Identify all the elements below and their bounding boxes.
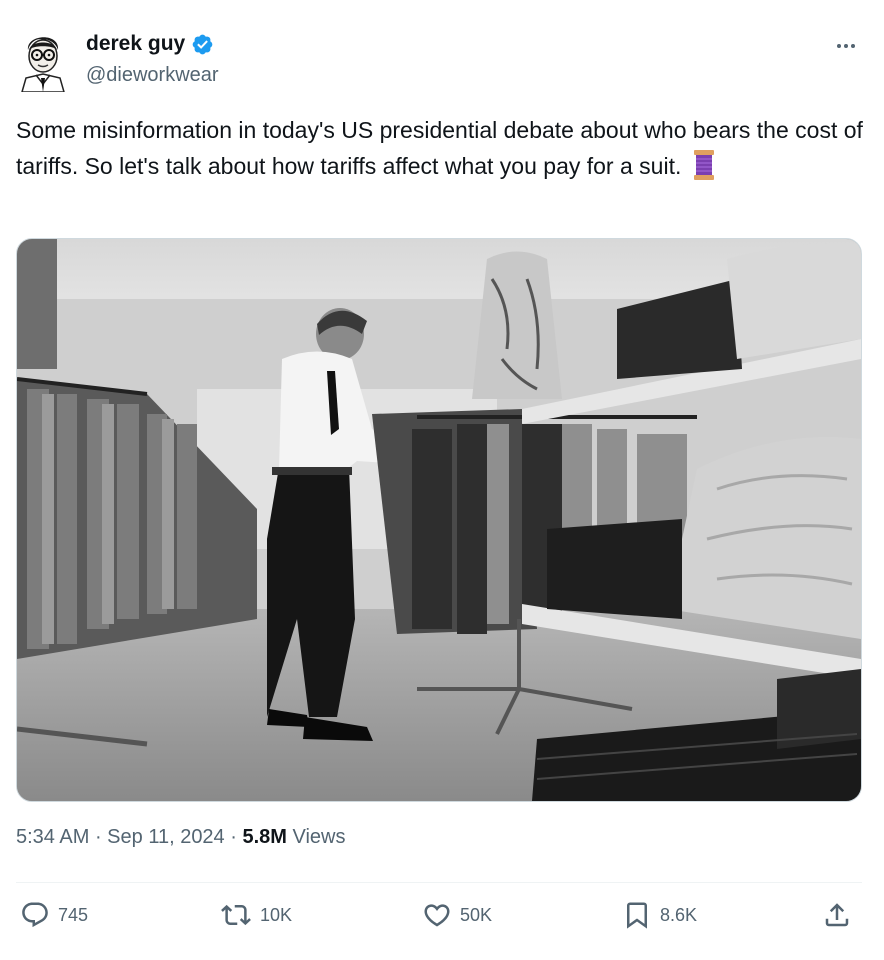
more-horizontal-icon[interactable]: [834, 34, 858, 64]
author-handle[interactable]: @dieworkwear: [86, 64, 219, 87]
heart-icon: [424, 904, 450, 927]
bookmark-count: 8.6K: [660, 904, 698, 925]
views-count: 5.8M: [242, 826, 287, 848]
tweet-text: Some misinformation in today's US presid…: [16, 112, 868, 190]
store-photo-illustration: [17, 239, 861, 801]
tweet-body: Some misinformation in today's US presid…: [16, 117, 863, 179]
author-name[interactable]: derek guy: [86, 32, 185, 56]
bookmark-button[interactable]: 8.6K: [622, 900, 697, 930]
tweet-photo[interactable]: [16, 238, 862, 802]
repost-count: 10K: [260, 904, 293, 925]
meta-separator: ·: [230, 826, 243, 848]
tweet-date[interactable]: Sep 11, 2024: [107, 826, 225, 848]
author-name-row: derek guy: [86, 32, 214, 56]
share-button[interactable]: [822, 900, 852, 930]
avatar[interactable]: [16, 28, 70, 93]
reply-icon: [22, 902, 48, 928]
spool-of-thread-icon: [692, 150, 716, 190]
action-bar: 745 10K 50K 8.6K: [16, 896, 862, 940]
tweet-header: derek guy @dieworkwear: [16, 28, 868, 93]
reply-button[interactable]: 745: [20, 900, 88, 930]
views-label: Views: [292, 826, 346, 848]
meta-separator: ·: [94, 826, 108, 848]
avatar-illustration: [16, 28, 70, 93]
tweet-time[interactable]: 5:34 AM: [16, 826, 89, 848]
like-button[interactable]: 50K: [422, 900, 492, 930]
repost-button[interactable]: 10K: [220, 900, 292, 930]
divider: [16, 882, 862, 883]
bookmark-icon: [627, 902, 647, 929]
reply-count: 745: [58, 904, 89, 925]
tweet-meta: 5:34 AM · Sep 11, 2024 · 5.8M Views: [16, 826, 346, 849]
repost-icon: [221, 904, 251, 926]
share-icon: [825, 903, 849, 927]
like-count: 50K: [460, 904, 493, 925]
verified-badge-icon[interactable]: [191, 33, 214, 56]
